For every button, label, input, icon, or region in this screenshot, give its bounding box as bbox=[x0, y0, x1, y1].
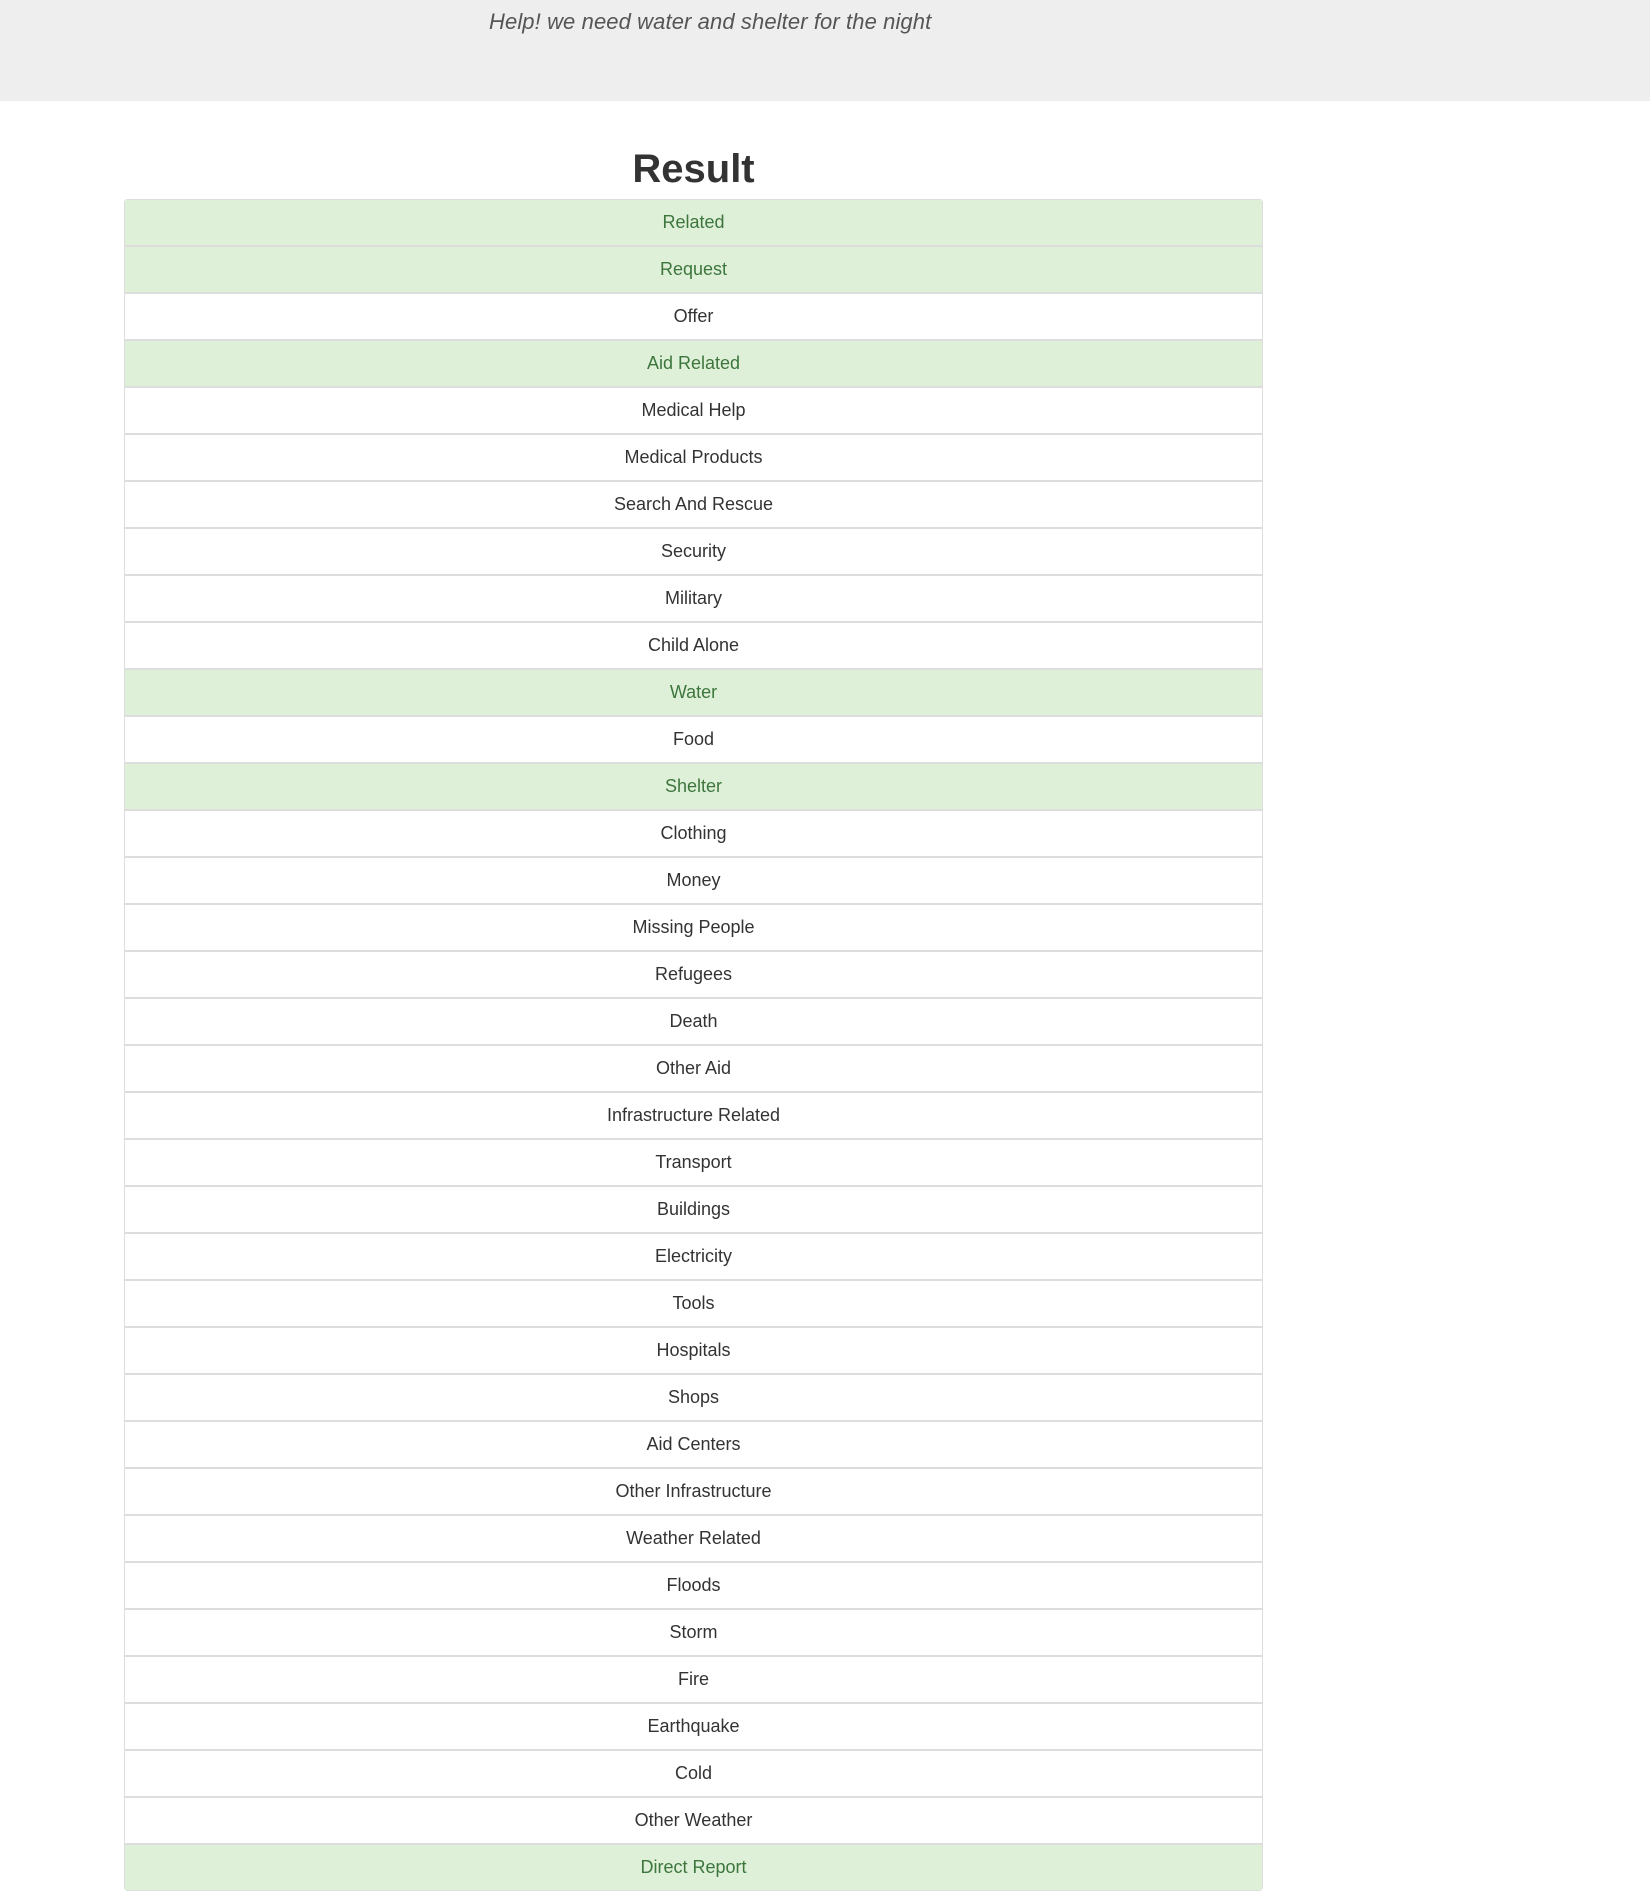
category-item: Infrastructure Related bbox=[124, 1092, 1263, 1139]
category-item: Money bbox=[124, 857, 1263, 904]
category-item: Shops bbox=[124, 1374, 1263, 1421]
category-item: Weather Related bbox=[124, 1515, 1263, 1562]
hero-banner: Help! we need water and shelter for the … bbox=[0, 0, 1650, 101]
category-item: Medical Products bbox=[124, 434, 1263, 481]
input-message: Help! we need water and shelter for the … bbox=[489, 9, 932, 34]
category-item: Death bbox=[124, 998, 1263, 1045]
category-item: Search And Rescue bbox=[124, 481, 1263, 528]
category-item: Electricity bbox=[124, 1233, 1263, 1280]
category-item: Related bbox=[124, 199, 1263, 246]
category-item: Security bbox=[124, 528, 1263, 575]
category-item: Missing People bbox=[124, 904, 1263, 951]
category-item: Clothing bbox=[124, 810, 1263, 857]
category-item: Direct Report bbox=[124, 1844, 1263, 1891]
category-item: Earthquake bbox=[124, 1703, 1263, 1750]
category-item: Fire bbox=[124, 1656, 1263, 1703]
category-item: Storm bbox=[124, 1609, 1263, 1656]
category-item: Hospitals bbox=[124, 1327, 1263, 1374]
category-item: Aid Related bbox=[124, 340, 1263, 387]
category-item: Food bbox=[124, 716, 1263, 763]
category-item: Shelter bbox=[124, 763, 1263, 810]
category-item: Aid Centers bbox=[124, 1421, 1263, 1468]
category-item: Military bbox=[124, 575, 1263, 622]
category-item: Other Aid bbox=[124, 1045, 1263, 1092]
category-item: Offer bbox=[124, 293, 1263, 340]
category-item: Refugees bbox=[124, 951, 1263, 998]
category-item: Child Alone bbox=[124, 622, 1263, 669]
category-item: Medical Help bbox=[124, 387, 1263, 434]
category-item: Request bbox=[124, 246, 1263, 293]
category-item: Cold bbox=[124, 1750, 1263, 1797]
category-item: Other Weather bbox=[124, 1797, 1263, 1844]
result-title: Result bbox=[632, 147, 755, 191]
category-item: Tools bbox=[124, 1280, 1263, 1327]
category-item: Water bbox=[124, 669, 1263, 716]
category-list: Related Request Offer Aid Related Medical He… bbox=[124, 199, 1263, 1891]
category-item: Transport bbox=[124, 1139, 1263, 1186]
category-item: Buildings bbox=[124, 1186, 1263, 1233]
category-item: Floods bbox=[124, 1562, 1263, 1609]
category-item: Other Infrastructure bbox=[124, 1468, 1263, 1515]
